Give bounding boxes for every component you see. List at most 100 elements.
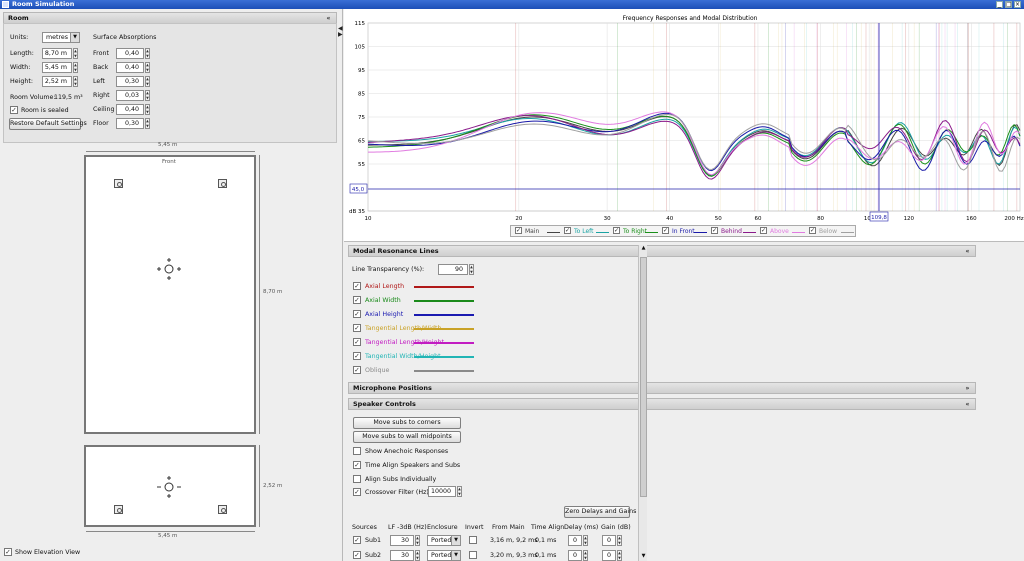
lf-field[interactable]: 30 bbox=[390, 550, 414, 561]
speaker-left-icon[interactable] bbox=[114, 179, 123, 188]
source-checkbox[interactable]: ✓ bbox=[353, 551, 361, 559]
modal-line-checkbox[interactable]: ✓ bbox=[353, 324, 361, 332]
cursor-x-value: 109,8 bbox=[871, 215, 887, 221]
modal-header-label: Modal Resonance Lines bbox=[353, 247, 439, 255]
legend-label: To Left bbox=[574, 228, 594, 235]
source-checkbox[interactable]: ✓ bbox=[353, 536, 361, 544]
scroll-down-icon[interactable]: ▼ bbox=[640, 553, 647, 560]
align-subs-checkbox[interactable] bbox=[353, 475, 361, 483]
zero-delays-button[interactable]: Zero Delays and Gains bbox=[564, 506, 636, 518]
minimize-button[interactable]: _ bbox=[996, 1, 1003, 8]
legend-checkbox[interactable]: ✓ bbox=[711, 227, 718, 234]
collapse-icon[interactable]: « bbox=[324, 14, 333, 23]
y-tick-label: 85 bbox=[358, 92, 365, 98]
modal-line-checkbox[interactable]: ✓ bbox=[353, 310, 361, 318]
absorption-field-back[interactable]: 0,40 bbox=[116, 62, 144, 73]
absorption-field-left[interactable]: 0,30 bbox=[116, 76, 144, 87]
modal-line-checkbox[interactable]: ✓ bbox=[353, 366, 361, 374]
invert-checkbox[interactable] bbox=[469, 551, 477, 559]
legend-checkbox[interactable]: ✓ bbox=[809, 227, 816, 234]
collapse-icon[interactable]: « bbox=[963, 400, 972, 409]
speaker-right-icon[interactable] bbox=[218, 179, 227, 188]
controls-scrollbar[interactable]: ▲ ▼ bbox=[638, 245, 647, 561]
invert-checkbox[interactable] bbox=[469, 536, 477, 544]
modal-section-header[interactable]: Modal Resonance Lines « bbox=[348, 245, 976, 257]
expand-icon[interactable]: » bbox=[963, 384, 972, 393]
lf-field[interactable]: 30 bbox=[390, 535, 414, 546]
absorption-spinner[interactable]: ▲ ▼ bbox=[145, 76, 150, 87]
legend-checkbox[interactable]: ✓ bbox=[515, 227, 522, 234]
width-spinner[interactable]: ▲ ▼ bbox=[73, 62, 78, 73]
move-subs-corners-button[interactable]: Move subs to corners bbox=[353, 417, 461, 429]
modal-line-checkbox[interactable]: ✓ bbox=[353, 282, 361, 290]
delay-field[interactable]: 0 bbox=[568, 535, 582, 546]
speaker-section-header[interactable]: Speaker Controls « bbox=[348, 398, 976, 410]
height-spinner[interactable]: ▲ ▼ bbox=[73, 76, 78, 87]
gain-field[interactable]: 0 bbox=[602, 535, 616, 546]
units-select[interactable]: metres ▼ bbox=[42, 32, 80, 43]
modal-line-checkbox[interactable]: ✓ bbox=[353, 296, 361, 304]
transparency-field[interactable]: 90 bbox=[438, 264, 468, 275]
crossover-field[interactable]: 10000 bbox=[428, 486, 456, 497]
transparency-spinner[interactable]: ▲ ▼ bbox=[469, 264, 474, 275]
frequency-response-chart[interactable]: Frequency Responses and Modal Distributi… bbox=[344, 9, 1024, 242]
chevron-down-icon[interactable]: ▼ bbox=[451, 536, 460, 545]
move-subs-midpoints-button[interactable]: Move subs to wall midpoints bbox=[353, 431, 461, 443]
legend-checkbox[interactable]: ✓ bbox=[760, 227, 767, 234]
absorption-spinner[interactable]: ▲ ▼ bbox=[145, 48, 150, 59]
delay-spinner[interactable]: ▲ ▼ bbox=[583, 535, 588, 546]
length-field[interactable]: 8,70 m bbox=[42, 48, 72, 59]
absorption-field-right[interactable]: 0,03 bbox=[116, 90, 144, 101]
chevron-down-icon[interactable]: ▼ bbox=[70, 33, 79, 42]
sources-column-header: Time Align bbox=[531, 524, 565, 531]
gain-spinner[interactable]: ▲ ▼ bbox=[617, 535, 622, 546]
modal-line-checkbox[interactable]: ✓ bbox=[353, 352, 361, 360]
crossover-checkbox[interactable]: ✓ bbox=[353, 488, 361, 496]
sub-right-icon[interactable] bbox=[218, 505, 227, 514]
legend-swatch bbox=[547, 232, 560, 233]
absorption-field-ceiling[interactable]: 0,40 bbox=[116, 104, 144, 115]
modal-line-swatch bbox=[414, 286, 474, 288]
legend-checkbox[interactable]: ✓ bbox=[613, 227, 620, 234]
length-spinner[interactable]: ▲ ▼ bbox=[73, 48, 78, 59]
legend-checkbox[interactable]: ✓ bbox=[662, 227, 669, 234]
absorption-field-floor[interactable]: 0,30 bbox=[116, 118, 144, 129]
scroll-thumb[interactable] bbox=[640, 257, 647, 497]
room-elevation-view[interactable] bbox=[84, 445, 256, 527]
elevation-listener-icon[interactable] bbox=[154, 473, 184, 501]
enclosure-select[interactable]: Ported ▼ bbox=[427, 535, 461, 546]
mic-section-header[interactable]: Microphone Positions » bbox=[348, 382, 976, 394]
absorption-spinner[interactable]: ▲ ▼ bbox=[145, 118, 150, 129]
lf-spinner[interactable]: ▲ ▼ bbox=[415, 550, 420, 561]
lf-spinner[interactable]: ▲ ▼ bbox=[415, 535, 420, 546]
scroll-up-icon[interactable]: ▲ bbox=[640, 245, 647, 252]
legend-swatch bbox=[841, 232, 854, 233]
modal-line-checkbox[interactable]: ✓ bbox=[353, 338, 361, 346]
height-field[interactable]: 2,52 m bbox=[42, 76, 72, 87]
restore-defaults-button[interactable]: Restore Default Settings bbox=[9, 118, 87, 130]
close-button[interactable]: × bbox=[1014, 1, 1021, 8]
room-top-view[interactable]: Front bbox=[84, 155, 256, 434]
listener-icon[interactable] bbox=[154, 255, 184, 283]
collapse-icon[interactable]: « bbox=[963, 247, 972, 256]
absorption-spinner[interactable]: ▲ ▼ bbox=[145, 90, 150, 101]
maximize-button[interactable]: □ bbox=[1005, 1, 1012, 8]
anechoic-checkbox[interactable] bbox=[353, 447, 361, 455]
absorption-spinner[interactable]: ▲ ▼ bbox=[145, 62, 150, 73]
enclosure-select[interactable]: Ported ▼ bbox=[427, 550, 461, 561]
chevron-down-icon[interactable]: ▼ bbox=[451, 551, 460, 560]
gain-spinner[interactable]: ▲ ▼ bbox=[617, 550, 622, 561]
sub-left-icon[interactable] bbox=[114, 505, 123, 514]
absorption-spinner[interactable]: ▲ ▼ bbox=[145, 104, 150, 115]
legend-checkbox[interactable]: ✓ bbox=[564, 227, 571, 234]
time-align-checkbox[interactable]: ✓ bbox=[353, 461, 361, 469]
gain-field[interactable]: 0 bbox=[602, 550, 616, 561]
crossover-spinner[interactable]: ▲ ▼ bbox=[457, 486, 462, 497]
delay-field[interactable]: 0 bbox=[568, 550, 582, 561]
absorption-field-front[interactable]: 0,40 bbox=[116, 48, 144, 59]
y-tick-label: 105 bbox=[355, 45, 366, 51]
sealed-checkbox[interactable]: ✓ bbox=[10, 106, 18, 114]
show-elevation-checkbox[interactable]: ✓ bbox=[4, 548, 12, 556]
width-field[interactable]: 5,45 m bbox=[42, 62, 72, 73]
delay-spinner[interactable]: ▲ ▼ bbox=[583, 550, 588, 561]
